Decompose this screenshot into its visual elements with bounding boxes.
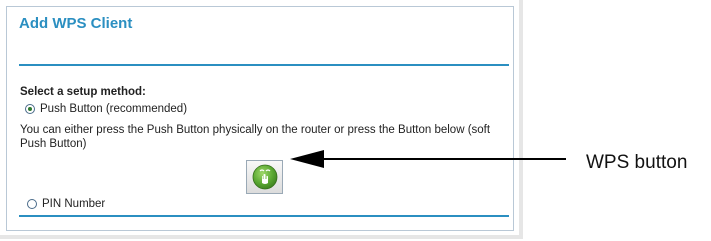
stage: Add WPS Client Select a setup method: Pu…: [0, 0, 711, 241]
pin-number-option-label: PIN Number: [42, 198, 106, 210]
wps-push-button[interactable]: [246, 160, 283, 194]
wps-icon: [252, 164, 277, 190]
setup-method-label: Select a setup method:: [20, 86, 146, 98]
push-button-option-label: Push Button (recommended): [40, 103, 188, 115]
pin-number-option[interactable]: PIN Number: [27, 198, 105, 210]
push-button-radio[interactable]: [25, 104, 35, 114]
callout-label: WPS button: [586, 152, 688, 173]
pin-number-radio[interactable]: [27, 199, 37, 209]
bottom-divider: [19, 215, 509, 217]
wps-panel-inner: Add WPS Client Select a setup method: Pu…: [6, 6, 514, 231]
push-button-option[interactable]: Push Button (recommended): [25, 103, 187, 115]
top-divider: [19, 64, 509, 66]
push-button-description: You can either press the Push Button phy…: [20, 124, 491, 150]
wps-panel: Add WPS Client Select a setup method: Pu…: [0, 0, 523, 239]
page-title: Add WPS Client: [19, 15, 133, 32]
